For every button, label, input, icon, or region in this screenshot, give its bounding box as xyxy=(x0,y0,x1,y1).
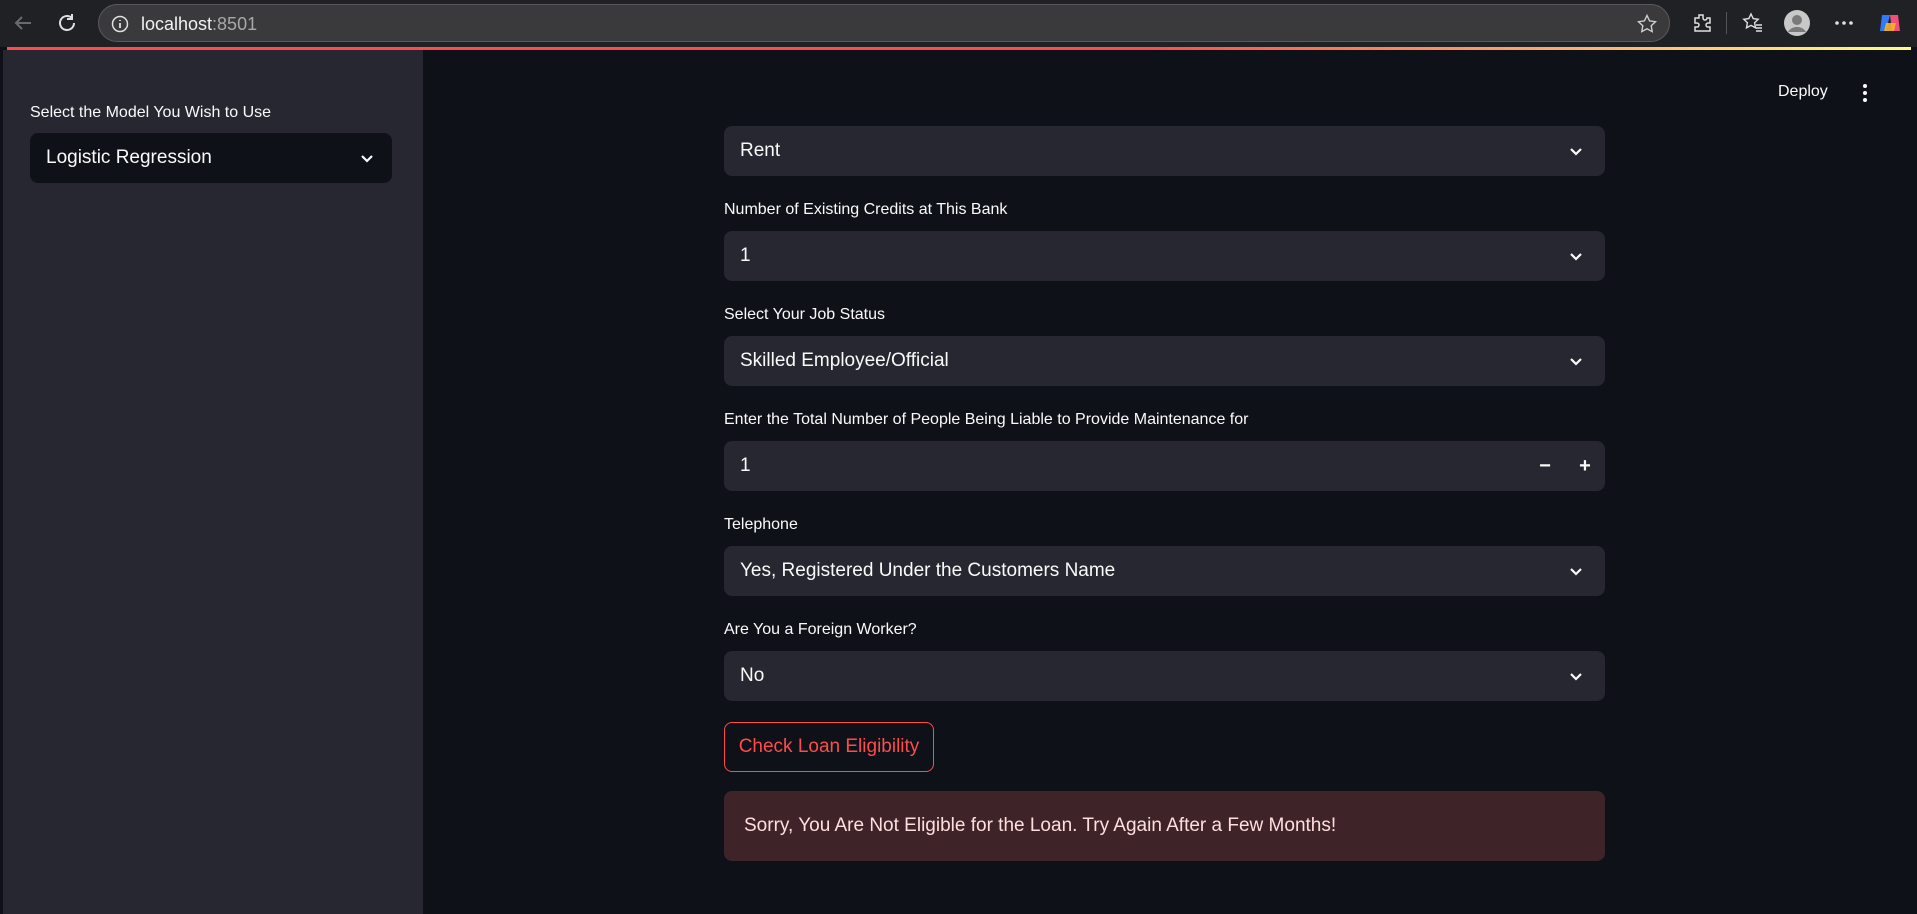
chevron-down-icon xyxy=(1570,148,1582,156)
browser-toolbar: localhost:8501 xyxy=(0,0,1917,47)
chevron-down-icon xyxy=(1570,253,1582,261)
decrement-button[interactable]: − xyxy=(1525,441,1565,491)
back-icon[interactable] xyxy=(10,10,36,36)
favorite-star-icon[interactable] xyxy=(1636,13,1658,34)
increment-button[interactable]: + xyxy=(1565,441,1605,491)
model-select[interactable]: Logistic Regression xyxy=(30,133,392,183)
check-loan-eligibility-button[interactable]: Check Loan Eligibility xyxy=(724,722,934,772)
credits-select[interactable]: 1 xyxy=(724,231,1605,281)
profile-icon[interactable] xyxy=(1783,9,1811,37)
job-status-select-value: Skilled Employee/Official xyxy=(740,350,949,371)
url-text[interactable]: localhost:8501 xyxy=(141,14,257,35)
extensions-icon[interactable] xyxy=(1688,9,1716,37)
job-status-label: Select Your Job Status xyxy=(724,306,885,323)
liable-people-input[interactable]: 1 − + xyxy=(724,441,1605,491)
housing-select-value: Rent xyxy=(740,140,781,161)
foreign-worker-select-value: No xyxy=(740,665,765,686)
housing-select[interactable]: Rent xyxy=(724,126,1605,176)
address-bar[interactable]: localhost:8501 xyxy=(98,4,1670,42)
telephone-label: Telephone xyxy=(724,516,798,533)
reload-icon[interactable] xyxy=(54,10,80,36)
chevron-down-icon xyxy=(1570,568,1582,576)
chevron-down-icon xyxy=(1570,673,1582,681)
result-error-alert: Sorry, You Are Not Eligible for the Loan… xyxy=(724,791,1605,861)
model-select-value: Logistic Regression xyxy=(46,147,212,168)
liable-people-label: Enter the Total Number of People Being L… xyxy=(724,411,1249,428)
credits-label: Number of Existing Credits at This Bank xyxy=(724,201,1008,218)
chevron-down-icon xyxy=(361,155,373,163)
foreign-worker-select[interactable]: No xyxy=(724,651,1605,701)
telephone-select[interactable]: Yes, Registered Under the Customers Name xyxy=(724,546,1605,596)
job-status-select[interactable]: Skilled Employee/Official xyxy=(724,336,1605,386)
foreign-worker-label: Are You a Foreign Worker? xyxy=(724,621,917,638)
chevron-down-icon xyxy=(1570,358,1582,366)
site-info-icon[interactable] xyxy=(111,15,129,33)
deploy-button[interactable]: Deploy xyxy=(1778,83,1828,101)
main-menu-icon[interactable] xyxy=(1855,82,1875,104)
copilot-icon[interactable] xyxy=(1876,9,1904,37)
more-icon[interactable] xyxy=(1830,9,1858,37)
credits-select-value: 1 xyxy=(740,245,751,266)
favorites-icon[interactable] xyxy=(1739,9,1767,37)
telephone-select-value: Yes, Registered Under the Customers Name xyxy=(740,560,1116,581)
toolbar-separator xyxy=(1726,12,1727,34)
liable-people-value[interactable]: 1 xyxy=(740,455,751,477)
result-message: Sorry, You Are Not Eligible for the Loan… xyxy=(744,815,1337,836)
model-select-label: Select the Model You Wish to Use xyxy=(30,104,272,121)
